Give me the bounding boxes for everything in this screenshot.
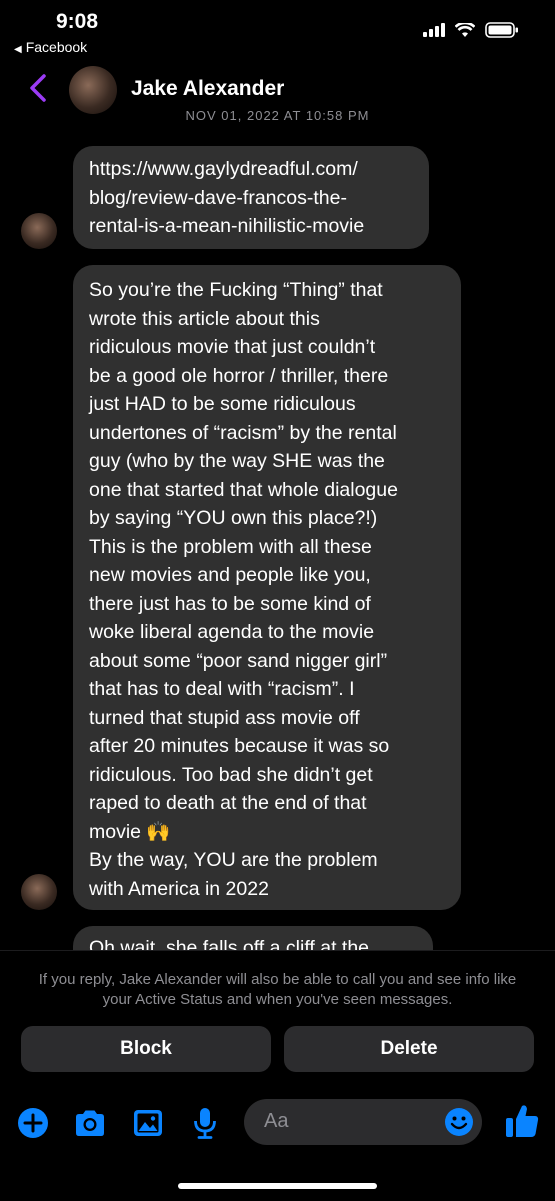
chevron-left-icon[interactable] (26, 72, 52, 104)
sender-avatar (21, 213, 57, 249)
delete-button[interactable]: Delete (284, 1026, 534, 1072)
battery-icon (485, 22, 518, 38)
photo-icon[interactable] (131, 1106, 165, 1140)
camera-icon[interactable] (73, 1106, 107, 1140)
reply-notice: If you reply, Jake Alexander will also b… (38, 971, 517, 1008)
thumbs-up-icon[interactable] (504, 1102, 540, 1140)
sender-avatar (21, 874, 57, 910)
status-time: 9:08 (56, 10, 99, 33)
message-bubble-link[interactable]: https://www.gaylydreadful.com/ blog/revi… (73, 146, 429, 249)
contact-avatar[interactable] (69, 66, 117, 114)
home-indicator (178, 1183, 377, 1189)
message-bubble[interactable]: So you’re the Fucking “Thing” that wrote… (73, 265, 461, 910)
contact-name[interactable]: Jake Alexander (131, 77, 284, 101)
microphone-icon[interactable] (188, 1106, 222, 1140)
message-input[interactable]: Aa (244, 1099, 482, 1145)
signal-icon (423, 23, 445, 37)
back-to-app-link[interactable]: ◀ Facebook (14, 39, 87, 55)
block-button[interactable]: Block (21, 1026, 271, 1072)
emoji-icon[interactable] (444, 1107, 474, 1137)
message-input-placeholder: Aa (264, 1110, 289, 1132)
date-separator: NOV 01, 2022 AT 10:58 PM (185, 108, 370, 123)
status-bar: 9:08 ◀ Facebook (0, 0, 555, 60)
composer-bar: Aa (0, 1099, 555, 1149)
back-app-label: Facebook (25, 39, 88, 55)
wifi-icon (455, 22, 475, 37)
plus-icon[interactable] (16, 1106, 50, 1140)
system-icons (423, 22, 519, 38)
back-triangle-icon: ◀ (14, 44, 22, 55)
request-panel: If you reply, Jake Alexander will also b… (0, 950, 555, 1201)
